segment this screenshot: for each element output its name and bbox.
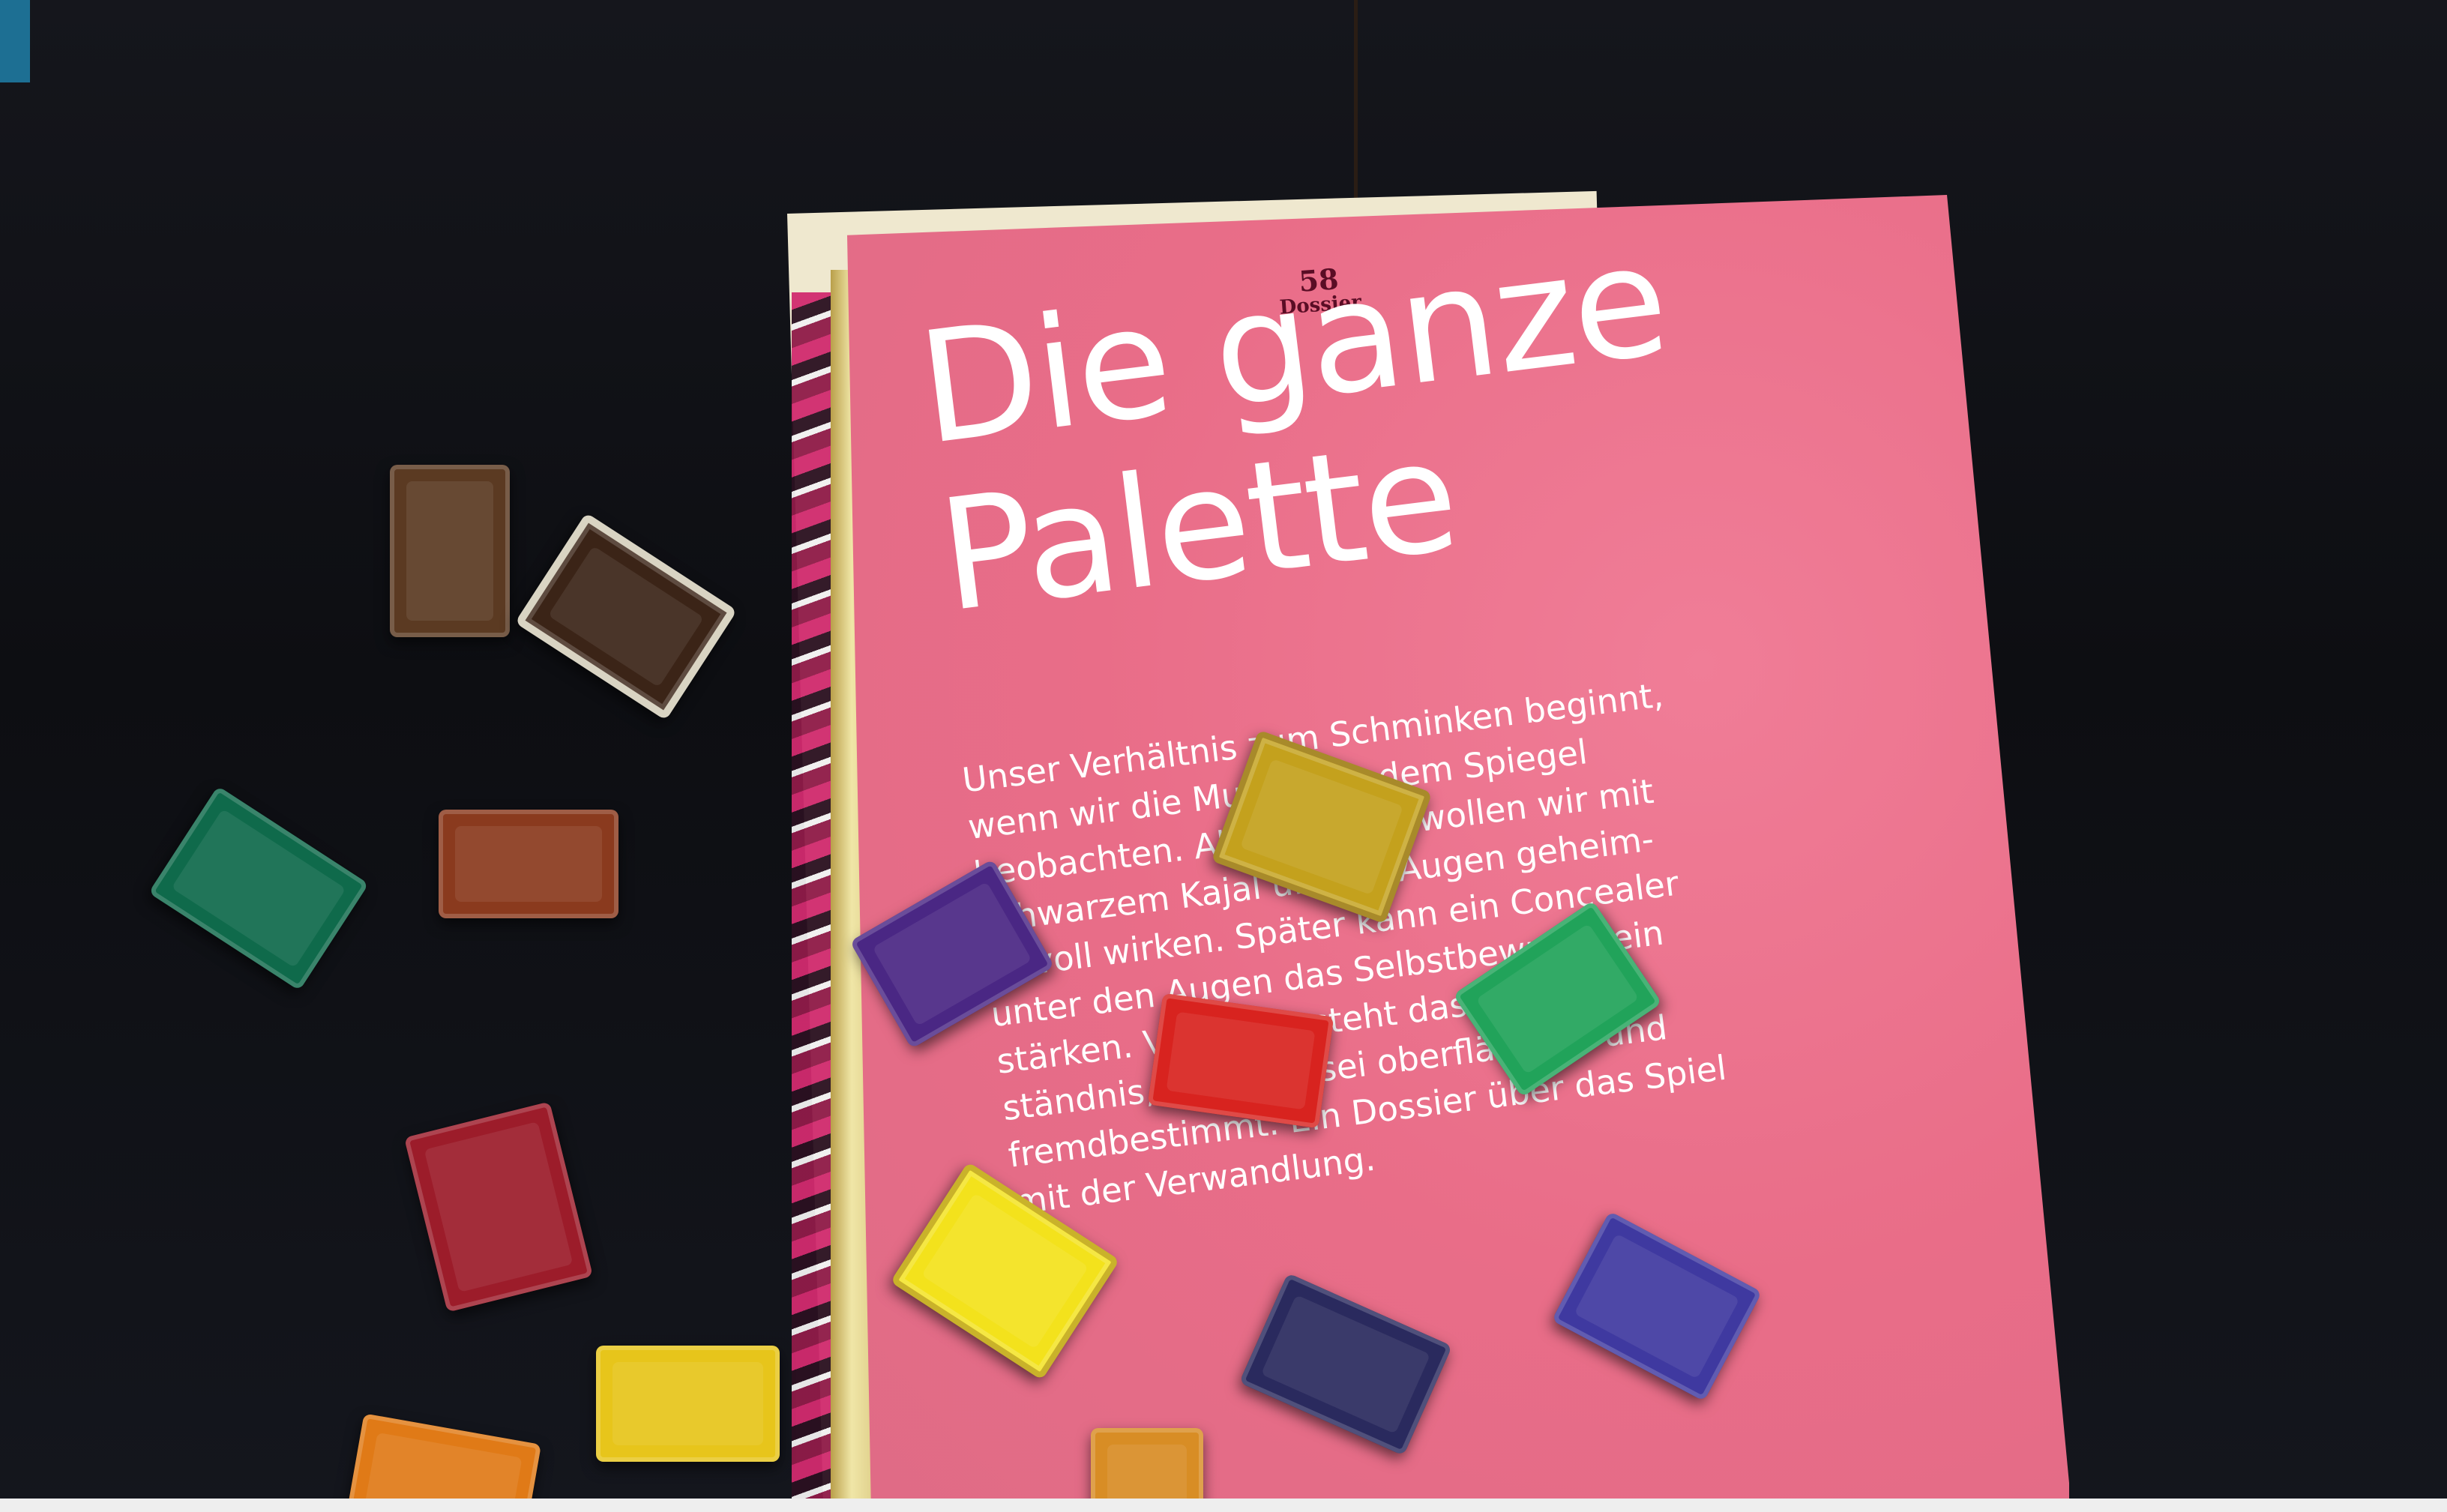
photo-scene: 58 Dossier Die ganze Palette Unser Verhä… xyxy=(0,0,2447,1512)
paint-pan-brown xyxy=(390,465,510,637)
paint-pan-green xyxy=(148,786,369,991)
table-seam xyxy=(1354,0,1358,217)
paint-pan-sienna xyxy=(439,810,618,918)
photo-bottom-border xyxy=(0,1499,2447,1512)
intro-paragraph: Unser Verhältnis zum Schminken beginnt, … xyxy=(960,657,1829,1226)
paint-pan-dark-brown xyxy=(514,512,738,721)
paint-pan-orange xyxy=(343,1413,542,1512)
blue-fabric-corner xyxy=(0,0,30,82)
paint-pan-yellow xyxy=(596,1346,780,1462)
paint-pan-crimson xyxy=(403,1101,594,1313)
paint-pan-red xyxy=(1147,993,1334,1129)
